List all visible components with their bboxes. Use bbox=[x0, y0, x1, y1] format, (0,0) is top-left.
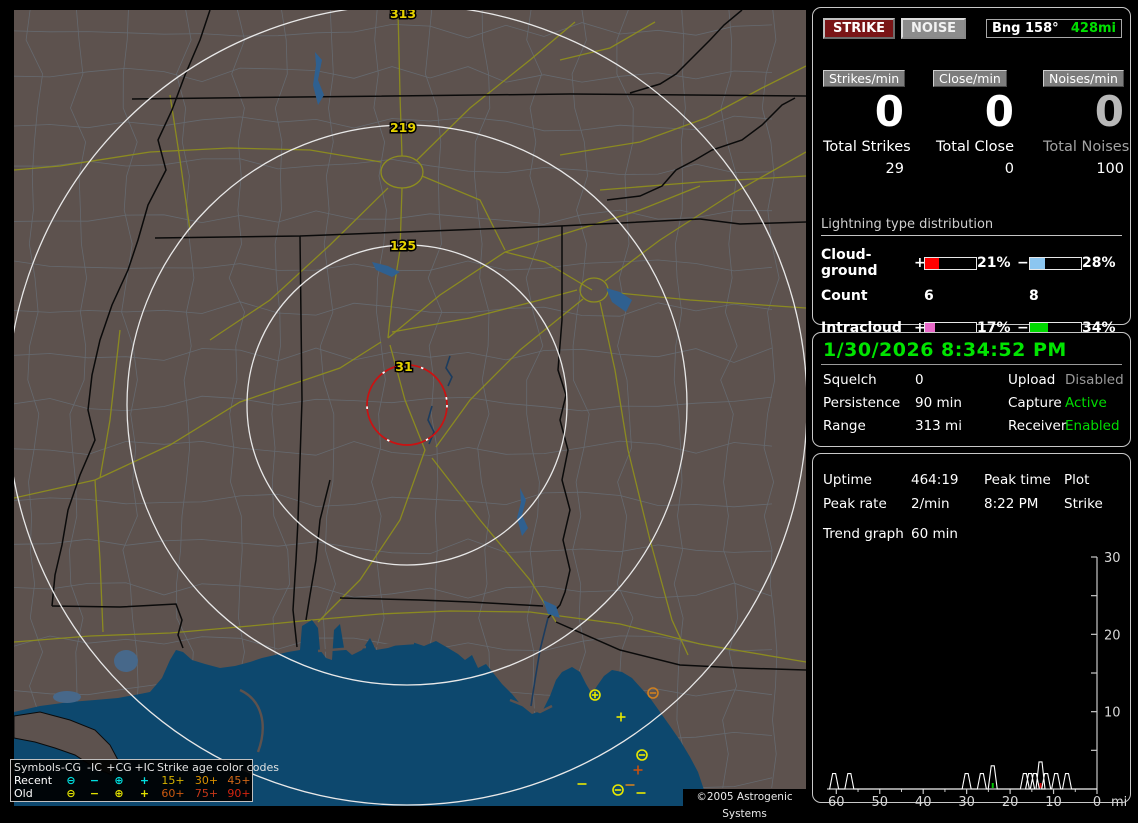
cg-positive-pct: 21% bbox=[977, 255, 1011, 271]
receiver-status: Enabled bbox=[1065, 418, 1120, 434]
range-ring-label: 219 bbox=[390, 120, 416, 135]
peak-time-value: 8:22 PM bbox=[984, 496, 1039, 512]
minus-icon: − bbox=[89, 774, 100, 787]
trend-graph: 10 20 30 60 50 40 30 20 10 0 min bbox=[827, 551, 1136, 810]
cg-positive-bar bbox=[924, 256, 977, 270]
counters-panel: STRIKE NOISE Bng 158° 428mi Strikes/min … bbox=[812, 7, 1131, 361]
capture-status: Active bbox=[1065, 395, 1107, 411]
cloud-ground-count-row: Count 6 8 bbox=[821, 288, 1122, 304]
legend-row-recent: Recent ⊖ − ⊕ +15+ 30+ 45+ bbox=[14, 774, 251, 787]
close-per-min-value: 0 bbox=[984, 87, 1014, 136]
cg-negative-count: 8 bbox=[1029, 288, 1039, 304]
total-strikes-value: 29 bbox=[885, 161, 904, 177]
copyright-label: ©2005 Astrogenic Systems bbox=[683, 789, 806, 820]
svg-text:50: 50 bbox=[871, 795, 888, 806]
range-ring-label: 313 bbox=[390, 10, 416, 21]
legend-age-header: Strike age color codes bbox=[157, 761, 279, 774]
trend-panel: Uptime 464:19 Peak time Plot Peak rate 2… bbox=[812, 453, 1136, 810]
total-noises-label: Total Noises bbox=[1043, 139, 1130, 155]
circle-plus-icon: ⊕ bbox=[114, 787, 124, 800]
legend-header-row: Symbols -CG -IC +CG +IC Strike age color… bbox=[14, 761, 279, 774]
age-code: 45+ bbox=[227, 774, 251, 787]
range-ring-label: 31 bbox=[395, 359, 412, 374]
minus-icon: − bbox=[89, 787, 100, 800]
map-canvas[interactable]: 313 219 125 31 bbox=[6, 4, 808, 806]
plus-icon: + bbox=[139, 774, 150, 787]
bearing-label: Bng 158° bbox=[992, 21, 1059, 36]
svg-text:60: 60 bbox=[828, 795, 845, 806]
age-code: 30+ bbox=[194, 774, 219, 787]
trend-label-row: Trend graph 60 min bbox=[821, 526, 1122, 542]
circle-minus-icon: ⊖ bbox=[66, 787, 76, 800]
total-strikes-label: Total Strikes bbox=[823, 139, 911, 155]
svg-text:40: 40 bbox=[915, 795, 932, 806]
close-per-min-label: Close/min bbox=[933, 70, 1007, 87]
noises-per-min-label: Noises/min bbox=[1043, 70, 1124, 87]
svg-text:20: 20 bbox=[1002, 795, 1019, 806]
svg-text:20: 20 bbox=[1104, 628, 1121, 643]
bearing-readout: Bng 158° 428mi bbox=[986, 19, 1122, 38]
age-code: 75+ bbox=[194, 787, 219, 800]
legend-age-label: Old bbox=[14, 787, 33, 800]
status-panel: 1/30/2026 8:34:52 PM Squelch 0 Upload Di… bbox=[812, 332, 1131, 447]
cg-negative-bar bbox=[1029, 256, 1082, 270]
close-counter-column: Close/min 0 Total Close 0 bbox=[933, 68, 1014, 177]
noises-per-min-value: 0 bbox=[1094, 87, 1124, 136]
svg-text:10: 10 bbox=[1045, 795, 1062, 806]
stats-row: Peak rate 2/min 8:22 PM Strike bbox=[821, 496, 1122, 512]
cloud-ground-label: Cloud-ground bbox=[821, 247, 878, 279]
bearing-range-value: 428mi bbox=[1070, 21, 1116, 36]
strike-mode-button[interactable]: STRIKE bbox=[823, 18, 896, 39]
total-noises-value: 100 bbox=[1096, 161, 1124, 177]
plot-mode-value: Strike bbox=[1064, 496, 1103, 512]
plus-icon: + bbox=[139, 787, 150, 800]
age-code: 90+ bbox=[227, 787, 251, 800]
svg-text:0: 0 bbox=[1093, 795, 1101, 806]
nexstorm-window: { "toolbar": { "strike": "STRIKE", "nois… bbox=[0, 0, 1138, 820]
coastal-lake bbox=[53, 691, 81, 703]
age-code: 15+ bbox=[161, 774, 185, 787]
circle-plus-icon: ⊕ bbox=[114, 774, 124, 787]
svg-text:min: min bbox=[1111, 795, 1126, 806]
divider bbox=[821, 364, 1122, 365]
total-close-label: Total Close bbox=[936, 139, 1014, 155]
total-close-value: 0 bbox=[1004, 161, 1014, 177]
noise-mode-button[interactable]: NOISE bbox=[901, 18, 967, 39]
strikes-counter-column: Strikes/min 0 Total Strikes 29 bbox=[823, 68, 911, 177]
legend-symbols-header: Symbols bbox=[14, 761, 61, 774]
svg-text:30: 30 bbox=[958, 795, 975, 806]
age-code: 60+ bbox=[161, 787, 185, 800]
status-row: Range 313 mi Receiver Enabled bbox=[821, 418, 1122, 434]
uptime-value: 464:19 bbox=[911, 472, 959, 488]
trend-window-value: 60 min bbox=[911, 526, 958, 542]
svg-text:10: 10 bbox=[1104, 706, 1121, 721]
stats-row: Uptime 464:19 Peak time Plot bbox=[823, 472, 1090, 488]
strikes-per-min-label: Strikes/min bbox=[823, 70, 906, 87]
datetime-display: 1/30/2026 8:34:52 PM bbox=[823, 339, 1067, 361]
lake-pontchartrain bbox=[114, 650, 138, 672]
lightning-map[interactable]: 313 219 125 31 bbox=[6, 4, 808, 806]
cg-positive-count: 6 bbox=[924, 288, 934, 304]
svg-text:30: 30 bbox=[1104, 551, 1121, 566]
legend-age-label: Recent bbox=[14, 774, 53, 787]
trend-graph-label: Trend graph bbox=[823, 526, 904, 542]
distribution-title: Lightning type distribution bbox=[821, 217, 1122, 236]
status-row: Persistence 90 min Capture Active bbox=[821, 395, 1122, 411]
map-symbol-legend: Symbols -CG -IC +CG +IC Strike age color… bbox=[10, 759, 279, 802]
range-ring-label: 125 bbox=[390, 238, 416, 253]
noises-counter-column: Noises/min 0 Total Noises 100 bbox=[1043, 68, 1130, 177]
cg-negative-pct: 28% bbox=[1082, 255, 1116, 271]
legend-row-old: Old ⊖ − ⊕ +60+ 75+ 90+ bbox=[14, 787, 251, 800]
status-row: Squelch 0 Upload Disabled bbox=[823, 372, 1124, 388]
cloud-ground-row: Cloud-ground + 21% − 28% bbox=[821, 247, 1122, 279]
peak-rate-value: 2/min bbox=[911, 496, 950, 512]
strikes-per-min-value: 0 bbox=[874, 87, 904, 136]
upload-status: Disabled bbox=[1065, 372, 1124, 388]
circle-minus-icon: ⊖ bbox=[66, 774, 76, 787]
